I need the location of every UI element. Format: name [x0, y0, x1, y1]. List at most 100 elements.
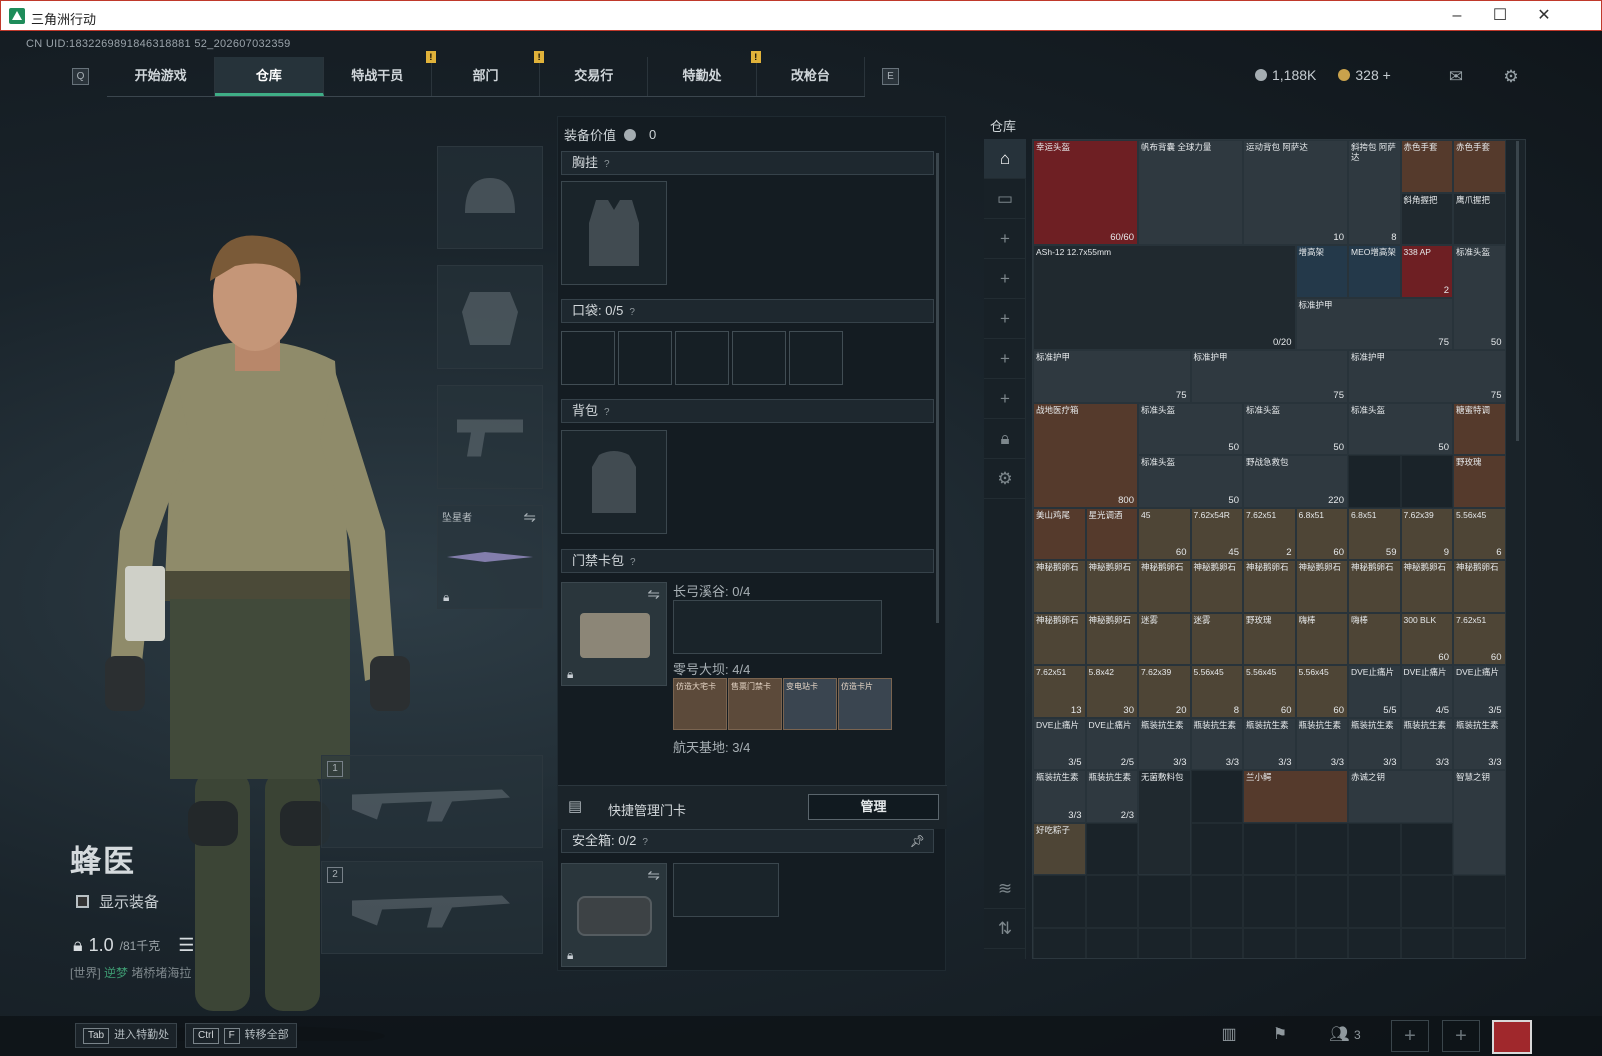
warehouse-item[interactable]: 标准头盔 50	[1453, 245, 1506, 350]
warehouse-item[interactable]: 7.62x51 13	[1033, 665, 1086, 718]
empty-grid-cell[interactable]	[1348, 875, 1401, 928]
empty-grid-cell[interactable]	[1190, 822, 1243, 875]
help-icon[interactable]: ?	[629, 307, 635, 318]
enter-special-ops-hint[interactable]: Tab 进入特勤处	[75, 1023, 178, 1048]
warehouse-item[interactable]: 智慧之钥	[1453, 770, 1506, 875]
warehouse-item[interactable]: 迷雾	[1138, 612, 1191, 665]
pocket-slot[interactable]	[561, 331, 615, 385]
empty-grid-cell[interactable]	[1085, 875, 1138, 928]
warehouse-item[interactable]: 标准护甲 75	[1295, 297, 1453, 350]
safe-box-item-slots[interactable]	[673, 863, 779, 917]
keycard[interactable]: 仿造卡片	[838, 678, 892, 730]
melee-slot[interactable]: 坠星者 ⇋ 🔒︎	[437, 505, 543, 609]
empty-grid-cell[interactable]	[1190, 770, 1243, 823]
empty-grid-cell[interactable]	[1085, 822, 1138, 875]
warehouse-item[interactable]: 嗨棒	[1348, 612, 1401, 665]
warehouse-item[interactable]: 野玫瑰	[1243, 612, 1296, 665]
add-stash-icon[interactable]: +	[984, 259, 1026, 299]
swap-icon[interactable]: ⇋	[647, 866, 660, 884]
pocket-slot[interactable]	[618, 331, 672, 385]
layers-icon[interactable]: ≋	[984, 869, 1026, 909]
transfer-all-hint[interactable]: Ctrl F 转移全部	[185, 1023, 297, 1048]
pistol-slot[interactable]	[437, 385, 543, 489]
warehouse-item[interactable]: 野战急救包 220	[1243, 455, 1348, 508]
warehouse-item[interactable]: 赤色手套	[1453, 140, 1506, 193]
keycard[interactable]: 售票门禁卡	[728, 678, 782, 730]
warehouse-item[interactable]: 瓶装抗生素 3/3	[1243, 717, 1296, 770]
empty-grid-cell[interactable]	[1400, 875, 1453, 928]
warehouse-item[interactable]: 7.62x39 20	[1138, 665, 1191, 718]
mail-icon[interactable]: ✉	[1445, 67, 1467, 86]
manage-button[interactable]: 管理	[808, 794, 939, 820]
tab-gunsmith[interactable]: 改枪台	[757, 57, 865, 96]
warehouse-item[interactable]: 瓶装抗生素 3/3	[1033, 770, 1086, 823]
warehouse-item[interactable]: 兰小鳄	[1243, 770, 1348, 823]
warehouse-item[interactable]: 瓶装抗生素 3/3	[1400, 717, 1453, 770]
backpack-slot[interactable]	[561, 430, 667, 534]
world-chat[interactable]: [世界] 逆梦 堵桥堵海拉	[70, 964, 194, 981]
warehouse-item[interactable]: DVE止痛片 2/5	[1085, 717, 1138, 770]
warehouse-item[interactable]: 7.62x51 2	[1243, 507, 1296, 560]
keycard[interactable]: 仿造大宅卡	[673, 678, 727, 730]
warehouse-item[interactable]: 7.62x54R 45	[1190, 507, 1243, 560]
map-longbow-key-slots[interactable]	[673, 600, 882, 654]
warehouse-item[interactable]: 星光调酒	[1085, 507, 1138, 560]
empty-grid-cell[interactable]	[1033, 875, 1086, 928]
warehouse-item[interactable]: 无菌敷料包	[1138, 770, 1191, 875]
warehouse-item[interactable]: 标准头盔 50	[1138, 402, 1243, 455]
tab-operators[interactable]: 特战干员!	[324, 51, 436, 96]
add-stash-icon[interactable]: +	[984, 219, 1026, 259]
list-icon[interactable]: ☰	[178, 935, 194, 956]
empty-grid-cell[interactable]	[1348, 927, 1401, 958]
empty-grid-cell[interactable]	[1400, 822, 1453, 875]
settings-gear-icon[interactable]: ⚙	[1500, 67, 1522, 86]
warehouse-item[interactable]: 帆布背囊 全球力量	[1138, 140, 1243, 245]
warehouse-item[interactable]: 神秘鹅卵石	[1243, 560, 1296, 613]
warehouse-item[interactable]: 好吃粽子	[1033, 822, 1086, 875]
empty-grid-cell[interactable]	[1295, 822, 1348, 875]
warehouse-item[interactable]: 6.8x51 59	[1348, 507, 1401, 560]
warehouse-item[interactable]: 幸运头盔 60/60	[1033, 140, 1138, 245]
warehouse-item[interactable]: 7.62x51 60	[1453, 612, 1506, 665]
empty-grid-cell[interactable]	[1243, 875, 1296, 928]
warehouse-item[interactable]: 斜挎包 阿萨达 8	[1348, 140, 1401, 245]
chest-rig-slot[interactable]	[561, 181, 667, 285]
empty-grid-cell[interactable]	[1085, 927, 1138, 958]
tab-start-game[interactable]: 开始游戏	[107, 57, 216, 96]
close-button[interactable]: ✕	[1524, 5, 1564, 27]
warehouse-item[interactable]: 6.8x51 60	[1295, 507, 1348, 560]
empty-grid-cell[interactable]	[1138, 875, 1191, 928]
help-icon[interactable]: ?	[604, 407, 610, 418]
warehouse-item[interactable]: 迷雾	[1190, 612, 1243, 665]
warehouse-item[interactable]: ASh-12 12.7x55mm 0/20	[1033, 245, 1296, 350]
warehouse-item[interactable]: 神秘鹅卵石	[1190, 560, 1243, 613]
keycard[interactable]: 变电站卡	[783, 678, 837, 730]
warehouse-item[interactable]: 标准头盔 50	[1243, 402, 1348, 455]
warehouse-scrollbar[interactable]	[1516, 141, 1519, 441]
swap-icon[interactable]: ⇋	[647, 585, 660, 603]
tab-market[interactable]: 交易行	[540, 57, 649, 96]
warehouse-item[interactable]: 神秘鹅卵石	[1295, 560, 1348, 613]
keycard-case-slot[interactable]: ⇋ 🔒︎	[561, 582, 667, 686]
pocket-slot[interactable]	[789, 331, 843, 385]
warehouse-item[interactable]: 5.56x45 60	[1295, 665, 1348, 718]
warehouse-item[interactable]: 增高架	[1295, 245, 1348, 298]
help-icon[interactable]: ?	[630, 557, 636, 568]
warehouse-item[interactable]: MEO增高架	[1348, 245, 1401, 298]
warehouse-item[interactable]: 瓶装抗生素 3/3	[1348, 717, 1401, 770]
tab-special-ops[interactable]: 特勤处!	[648, 51, 761, 96]
empty-grid-cell[interactable]	[1400, 927, 1453, 958]
maximize-button[interactable]: ☐	[1480, 5, 1520, 27]
warehouse-item[interactable]: 神秘鹅卵石	[1085, 560, 1138, 613]
empty-grid-cell[interactable]	[1453, 927, 1506, 958]
warehouse-item[interactable]: 5.8x42 30	[1085, 665, 1138, 718]
invite-slot-button[interactable]: +	[1442, 1020, 1480, 1052]
warehouse-item[interactable]: 鹰爪握把	[1453, 192, 1506, 245]
empty-grid-cell[interactable]	[1348, 455, 1401, 508]
warehouse-item[interactable]: 赤诚之钥	[1348, 770, 1453, 823]
warehouse-item[interactable]: 5.56x45 6	[1453, 507, 1506, 560]
warehouse-item[interactable]: 嗨棒	[1295, 612, 1348, 665]
weapon-stash-icon[interactable]: ▭	[984, 179, 1026, 219]
warehouse-item[interactable]: 野玫瑰	[1453, 455, 1506, 508]
warehouse-item[interactable]: 300 BLK 60	[1400, 612, 1453, 665]
